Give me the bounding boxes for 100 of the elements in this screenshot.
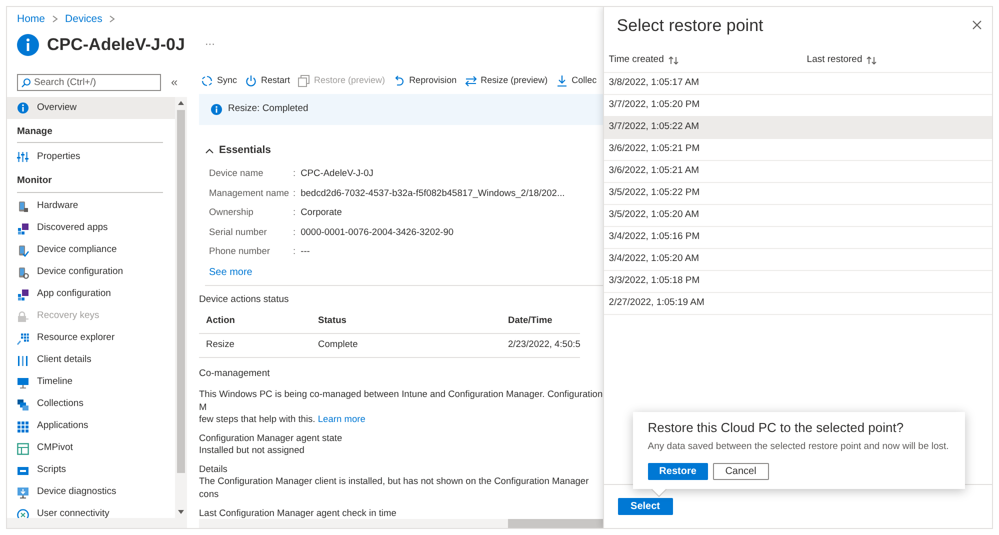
chevron-up-icon	[205, 148, 214, 154]
toolbar-button[interactable]: Collec	[556, 74, 597, 88]
see-more-link[interactable]: See more	[209, 264, 252, 280]
column-header[interactable]: Time created	[608, 53, 807, 68]
power-icon	[245, 75, 258, 88]
colon-separator: :	[293, 186, 296, 200]
sidebar-item[interactable]: Resource explorer	[7, 328, 175, 350]
toolbar-button[interactable]: Restart	[245, 74, 290, 88]
restore-point-row[interactable]: 3/5/2022, 1:05:20 AM	[604, 205, 992, 227]
grid-icon	[17, 420, 29, 432]
chevron-icon	[51, 15, 60, 24]
monitor-icon	[17, 376, 29, 388]
section-heading: Monitor	[17, 174, 163, 192]
column-header: Date/Time	[501, 310, 580, 334]
sidebar-item[interactable]: Scripts	[7, 460, 175, 482]
lock-icon	[17, 310, 29, 322]
vertical-scrollbar[interactable]	[175, 97, 187, 518]
undo-icon	[393, 75, 406, 88]
popover-message: Any data saved between the selected restore point and now will be lost.	[648, 440, 950, 454]
restore-point-row[interactable]: 3/7/2022, 1:05:22 AM	[604, 117, 992, 139]
monitor-icon	[17, 486, 29, 498]
copy-icon	[298, 75, 310, 88]
field-label: Device name	[209, 167, 264, 180]
sliders-icon	[17, 151, 29, 164]
column-header: Status	[311, 310, 501, 334]
field-value: Corporate	[300, 206, 342, 220]
restore-point-row[interactable]: 3/8/2022, 1:05:17 AM	[604, 73, 992, 95]
section-title: Co-management	[199, 366, 271, 381]
field-label: Management name	[209, 186, 290, 200]
essentials-toggle[interactable]: Essentials	[205, 142, 603, 158]
sidebar-item[interactable]: Applications	[7, 416, 175, 438]
restore-point-row[interactable]: 3/3/2022, 1:05:18 PM	[604, 271, 992, 293]
table-icon	[17, 442, 29, 454]
device-gear-icon	[17, 266, 29, 278]
colon-separator: :	[293, 226, 296, 239]
select-button[interactable]: Select	[618, 498, 673, 515]
sidebar-item[interactable]: App configuration	[7, 284, 175, 306]
restore-point-row[interactable]: 3/5/2022, 1:05:22 PM	[604, 183, 992, 205]
search-icon	[21, 78, 31, 88]
device-icon	[17, 200, 29, 212]
panel-title: Select restore point	[616, 15, 764, 38]
toolbar-button[interactable]: Resize (preview)	[464, 74, 548, 88]
colon-separator: :	[293, 167, 296, 180]
more-options-button[interactable]: ···	[204, 37, 215, 52]
sidebar-item[interactable]: Device diagnostics	[7, 482, 175, 504]
cancel-button[interactable]: Cancel	[712, 462, 769, 480]
horizontal-scrollbar[interactable]	[199, 519, 603, 528]
table-cell: Complete	[311, 334, 501, 358]
field-value: ---	[300, 245, 310, 258]
page-title: CPC-AdeleV-J-0J	[47, 34, 185, 56]
sidebar-item[interactable]: Discovered apps	[7, 218, 175, 240]
sidebar-item[interactable]: Device configuration	[7, 262, 175, 284]
sidebar-item[interactable]: Collections	[7, 394, 175, 416]
sidebar-item[interactable]: Overview	[7, 97, 175, 119]
info-icon	[17, 34, 39, 56]
field-value: The Configuration Manager client is installed, but has not shown on the Configuration Manager cons	[199, 475, 590, 500]
sidebar-item[interactable]: Hardware	[7, 196, 175, 218]
sort-icon	[668, 56, 679, 65]
scroll-down-icon[interactable]	[177, 509, 185, 515]
field-label: Serial number	[209, 226, 268, 239]
sidebar-item[interactable]: CMPivot	[7, 438, 175, 460]
squares-icon	[17, 288, 29, 300]
learn-more-link[interactable]: Learn more	[318, 414, 366, 424]
popover-pointer	[650, 488, 667, 497]
collapse-button[interactable]: «	[171, 73, 178, 91]
sidebar-item[interactable]: Device compliance	[7, 240, 175, 262]
close-icon	[972, 20, 982, 30]
section-heading: Manage	[17, 125, 163, 144]
horizontal-scrollbar[interactable]	[7, 518, 187, 528]
sidebar-item[interactable]: Properties	[7, 146, 175, 168]
field-value: bedcd2d6-7032-4537-b32a-f5f082b45817_Windows_2/18/202...	[300, 186, 565, 200]
restore-point-row[interactable]: 3/6/2022, 1:05:21 AM	[604, 161, 992, 183]
restore-point-row[interactable]: 3/4/2022, 1:05:20 AM	[604, 249, 992, 271]
banner-text: Resize: Completed	[228, 102, 308, 116]
breadcrumb-link[interactable]: Home	[17, 13, 46, 25]
column-header[interactable]: Last restored	[806, 53, 992, 68]
section-title: Device actions status	[199, 292, 290, 307]
restore-button[interactable]: Restore	[648, 462, 708, 480]
breadcrumb-link[interactable]: Devices	[65, 13, 102, 25]
download-icon	[556, 75, 568, 88]
sidebar-item[interactable]: Timeline	[7, 372, 175, 394]
table-cell: 2/23/2022, 4:50:5	[501, 334, 580, 358]
scroll-up-icon[interactable]	[177, 100, 185, 106]
sliders-icon	[17, 354, 29, 366]
popover-title: Restore this Cloud PC to the selected point?	[648, 420, 905, 436]
toolbar-button[interactable]: Sync	[201, 74, 238, 88]
restore-point-row[interactable]: 2/27/2022, 1:05:19 AM	[604, 293, 992, 315]
info-icon	[17, 102, 29, 114]
table-cell: Resize	[199, 334, 311, 358]
search-field[interactable]: Search (Ctrl+/)	[17, 74, 161, 90]
colon-separator: :	[293, 245, 296, 258]
description-text: This Windows PC is being co-managed between Intune and Configuration Manager. Configuration M few steps that help with this. Learn more	[199, 388, 603, 426]
sidebar-item[interactable]: Client details	[7, 350, 175, 372]
field-label: Configuration Manager agent state	[199, 432, 344, 444]
restore-point-row[interactable]: 3/6/2022, 1:05:21 PM	[604, 139, 992, 161]
field-label: Phone number	[209, 245, 271, 258]
sidebar-item[interactable]: User connectivity	[7, 504, 175, 518]
restore-point-row[interactable]: 3/4/2022, 1:05:16 PM	[604, 227, 992, 249]
info-icon	[211, 104, 222, 115]
toolbar-button[interactable]: Reprovision	[393, 74, 457, 88]
